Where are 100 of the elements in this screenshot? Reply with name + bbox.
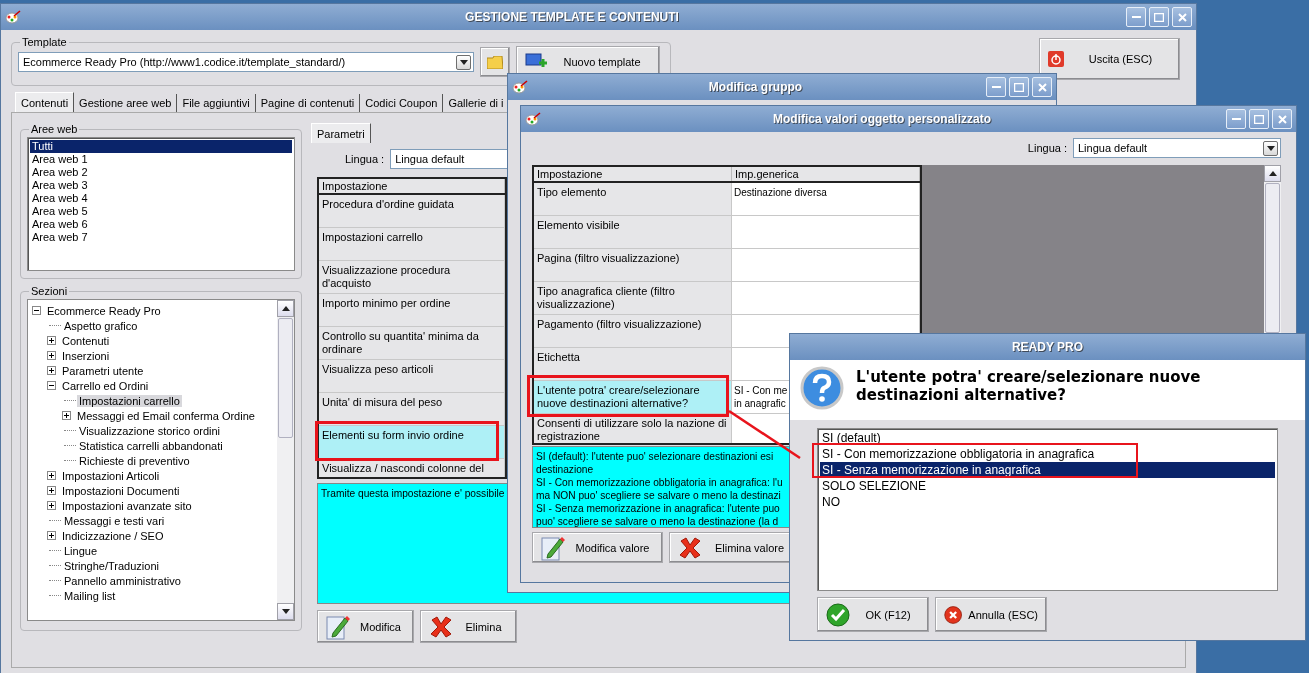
expand-icon[interactable] [47,366,56,375]
scroll-up-button[interactable] [1264,165,1281,182]
tree-item[interactable]: Carrello ed Ordini [60,379,151,392]
list-item[interactable]: NO [820,494,1275,510]
template-select[interactable]: Ecommerce Ready Pro (http://www1.codice.it/template_standard/) [18,52,474,72]
edit-button[interactable]: Modifica valore [532,532,663,563]
minimize-button[interactable] [1126,7,1146,27]
delete-button[interactable]: Elimina [420,610,517,643]
table-cell[interactable] [732,282,920,314]
list-item[interactable]: SI (default) [820,430,1275,446]
cross-icon [678,535,702,560]
tree-item[interactable]: Messaggi ed Email conferma Ordine [75,409,257,422]
minimize-icon [1231,117,1241,121]
table-cell[interactable]: Tipo elemento [534,183,732,215]
table-cell[interactable]: Controllo su quantita' minima da ordinare [319,327,505,359]
maximize-button[interactable] [1149,7,1169,27]
column-header: Imp.generica [732,167,920,181]
minimize-button[interactable] [986,77,1006,97]
description-text: SI (default): l'utente puo' selezionare destinazioni esi [536,450,774,463]
scroll-up-button[interactable] [277,300,294,317]
list-item[interactable]: Area web 2 [30,166,292,179]
tab[interactable]: Contenuti [15,92,75,112]
close-button[interactable] [1172,7,1192,27]
table-cell[interactable]: Visualizza peso articoli [319,360,505,392]
tree-item[interactable]: Indicizzazione / SEO [60,529,166,542]
collapse-icon[interactable] [32,306,41,315]
down-arrow-icon [1266,145,1275,151]
tree-item[interactable]: Mailing list [62,589,118,602]
dropdown-button[interactable] [1263,140,1278,156]
list-item[interactable]: Area web 5 [30,205,292,218]
table-cell[interactable]: Visualizzazione procedura d'acquisto [319,261,505,293]
table-cell[interactable]: L'utente potra' creare/selezionare nuove destinazioni alternative? [534,381,732,413]
list-item[interactable]: Area web 1 [30,153,292,166]
close-icon [1277,114,1287,124]
list-item[interactable]: Area web 6 [30,218,292,231]
maximize-button[interactable] [1009,77,1029,97]
tree-item[interactable]: Impostazioni Documenti [60,484,182,497]
tree-item[interactable]: Ecommerce Ready Pro [45,304,163,317]
table-cell[interactable]: Elemento visibile [534,216,732,248]
list-item[interactable]: Tutti [30,140,292,153]
tree-item[interactable]: Pannello amministrativo [62,574,183,587]
table-cell[interactable]: Pagamento (filtro visualizzazione) [534,315,732,347]
table-cell[interactable]: Pagina (filtro visualizzazione) [534,249,732,281]
close-button[interactable] [1032,77,1052,97]
tab[interactable]: Parametri [311,123,371,143]
table-cell[interactable] [732,216,920,248]
tree-item[interactable]: Messaggi e testi vari [62,514,167,527]
maximize-button[interactable] [1249,109,1269,129]
list-item[interactable]: SI - Senza memorizzazione in anagrafica [820,462,1275,478]
edit-button[interactable]: Modifica [317,610,414,643]
table-cell[interactable] [732,249,920,281]
tree-item[interactable]: Lingue [62,544,100,557]
tree-item[interactable]: Parametri utente [60,364,146,377]
table-cell[interactable]: Procedura d'ordine guidata [319,195,505,227]
list-item[interactable]: Area web 4 [30,192,292,205]
expand-icon[interactable] [62,411,71,420]
ok-button[interactable]: OK (F12) [817,597,929,632]
expand-icon[interactable] [47,486,56,495]
dropdown-button[interactable] [456,54,471,70]
table-cell[interactable]: Destinazione diversa [732,183,920,215]
checkmark-icon [826,602,850,627]
group-label: Sezioni [30,285,69,297]
tree-item[interactable]: Inserzioni [60,349,112,362]
tree-item[interactable]: Stringhe/Traduzioni [62,559,161,572]
minimize-button[interactable] [1226,109,1246,129]
collapse-icon[interactable] [47,381,56,390]
table-cell[interactable]: Tipo anagrafica cliente (filtro visualizzazione) [534,282,732,314]
expand-icon[interactable] [47,351,56,360]
cancel-button[interactable]: Annulla (ESC) [935,597,1047,632]
expand-icon[interactable] [47,501,56,510]
tree-item[interactable]: Aspetto grafico [62,319,140,332]
tree-item[interactable]: Impostazioni Articoli [60,469,162,482]
scroll-down-button[interactable] [277,603,294,620]
tree-item[interactable]: Impostazioni carrello [77,394,182,407]
list-item[interactable]: Area web 3 [30,179,292,192]
question-text: L'utente potra' creare/selezionare nuove destinazioni alternative? [856,368,1202,404]
list-item[interactable]: Area web 7 [30,231,292,244]
tree-item[interactable]: Richieste di preventivo [77,454,192,467]
expand-icon[interactable] [47,336,56,345]
tree-item[interactable]: Statistica carrelli abbandonati [77,439,225,452]
list-item[interactable]: SOLO SELEZIONE [820,478,1275,494]
group-label: Aree web [30,123,79,135]
scroll-thumb[interactable] [1265,183,1280,333]
exit-button[interactable]: Uscita (ESC) [1039,38,1180,80]
expand-icon[interactable] [47,531,56,540]
scroll-thumb[interactable] [278,318,293,438]
minimize-icon [991,85,1001,89]
tree-item[interactable]: Contenuti [60,334,112,347]
folder-button[interactable] [480,47,510,77]
list-item[interactable]: SI - Con memorizzazione obbligatoria in anagrafica [820,446,1275,462]
language-select[interactable]: Lingua default [1073,138,1281,158]
close-button[interactable] [1272,109,1292,129]
tree-item[interactable]: Visualizzazione storico ordini [77,424,223,437]
table-cell[interactable]: Elementi su form invio ordine [319,426,505,458]
scrollbar[interactable] [277,300,294,620]
palette-icon [525,112,541,126]
tree-item[interactable]: Impostazioni avanzate sito [60,499,194,512]
window-title: READY PRO [1010,340,1085,354]
maximize-icon [1154,12,1164,22]
expand-icon[interactable] [47,471,56,480]
